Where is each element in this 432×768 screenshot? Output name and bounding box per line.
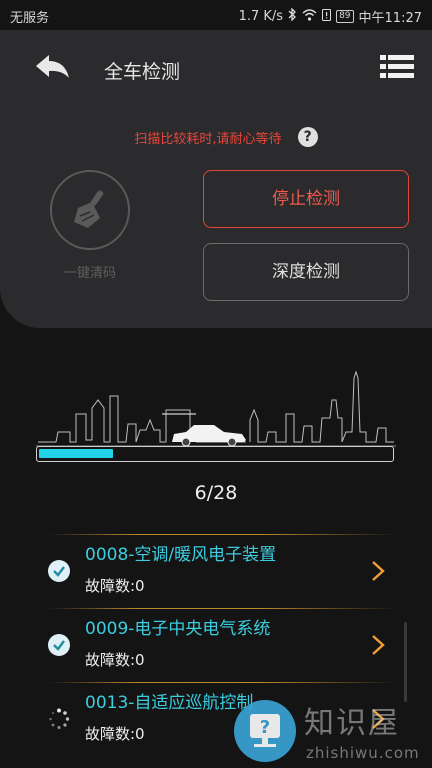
module-fault-count: 故障数:0 [85, 725, 145, 743]
battery-indicator: 89 [336, 10, 354, 23]
spinner-icon [49, 708, 70, 729]
module-title: 0009-电子中央电气系统 [85, 619, 271, 639]
scan-progress-fill [39, 449, 113, 458]
watermark-logo: ? [234, 700, 296, 762]
module-title: 0013-自适应巡航控制 [85, 693, 254, 713]
page-title: 全车检测 [104, 61, 181, 83]
chevron-right-icon [372, 635, 385, 655]
chevron-right-icon [372, 561, 385, 581]
clock: 中午11:27 [358, 11, 422, 26]
clear-codes-button[interactable] [50, 170, 130, 250]
carrier-text: 无服务 [10, 11, 50, 26]
check-icon [48, 560, 70, 582]
status-right: 1.7 K/s 89 中午11:27 [239, 7, 422, 26]
list-scrollbar[interactable] [404, 622, 407, 702]
hint-text: 扫描比较耗时,请耐心等待 [134, 131, 282, 147]
deep-detection-button[interactable]: 深度检测 [203, 243, 409, 301]
item-divider [48, 534, 398, 535]
scan-count: 6/28 [194, 482, 238, 504]
watermark-text: 知识屋 [304, 706, 400, 741]
watermark-logo-symbol: ? [260, 717, 270, 738]
module-item[interactable]: 0009-电子中央电气系统 故障数:0 [48, 608, 398, 680]
stop-detection-button[interactable]: 停止检测 [203, 170, 409, 228]
item-divider [48, 608, 398, 609]
watermark-sub: zhishiwu.com [306, 744, 420, 762]
wifi-icon [302, 8, 317, 25]
net-speed: 1.7 K/s [238, 9, 284, 24]
check-icon [48, 634, 70, 656]
module-fault-count: 故障数:0 [85, 651, 145, 669]
back-arrow-icon [36, 55, 69, 78]
back-button[interactable] [34, 52, 72, 86]
alert-icon [322, 8, 332, 25]
help-icon[interactable]: ? [297, 127, 318, 147]
module-fault-count: 故障数:0 [85, 577, 145, 595]
bluetooth-icon [288, 7, 297, 25]
clear-codes-label: 一键清码 [63, 266, 116, 281]
status-bar: 无服务 1.7 K/s 89 中午11:27 [0, 0, 432, 30]
watermark: ? 知识屋 zhishiwu.com [234, 698, 432, 768]
scan-progress-bar [36, 446, 394, 462]
menu-list-icon [380, 55, 414, 78]
module-title: 0008-空调/暖风电子装置 [85, 545, 277, 565]
broom-icon [74, 190, 104, 228]
car-icon [162, 413, 246, 447]
city-skyline-graphic [36, 370, 396, 447]
hint-row: 扫描比较耗时,请耐心等待 ? [0, 127, 432, 147]
module-item[interactable]: 0008-空调/暖风电子装置 故障数:0 [48, 534, 398, 606]
item-divider [48, 682, 398, 683]
menu-button[interactable] [380, 55, 414, 83]
